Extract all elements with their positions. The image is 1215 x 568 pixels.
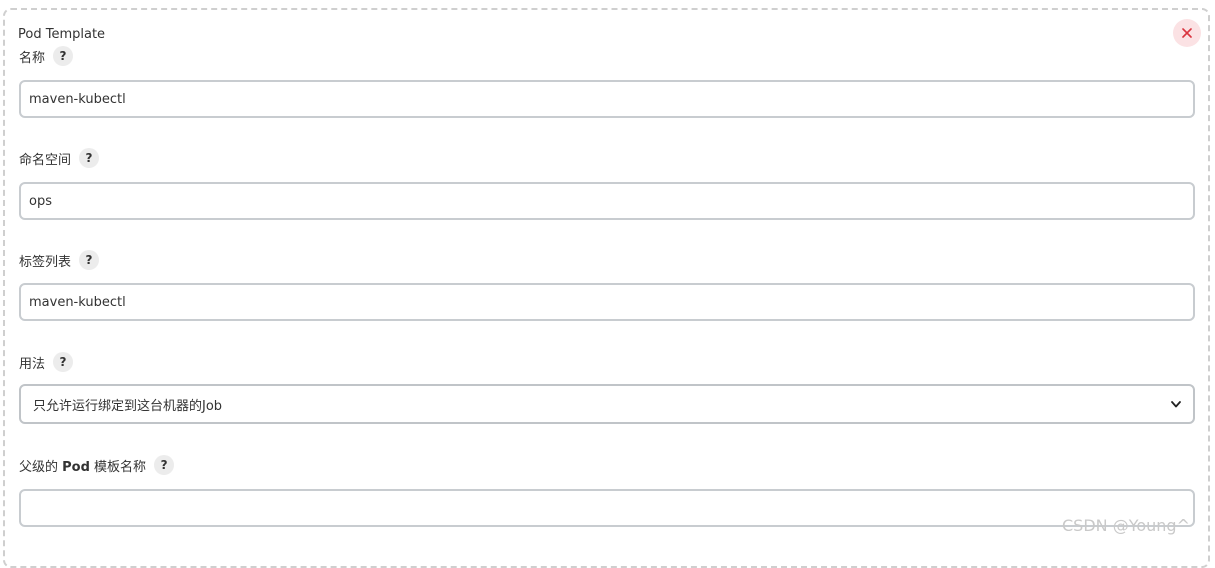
parent-template-help-icon[interactable]: ? [154,455,175,475]
chevron-down-icon [1171,400,1181,407]
usage-help-icon[interactable]: ? [53,352,74,372]
labels-help-icon[interactable]: ? [79,250,100,270]
name-label: 名称 [19,50,46,66]
namespace-label-row: 命名空间 ? [19,148,100,168]
usage-selected-value: 只允许运行绑定到这台机器的Job [33,398,223,414]
close-icon [1182,28,1192,38]
namespace-label: 命名空间 [19,152,72,168]
parent-template-label: 父级的 Pod 模板名称 [19,459,147,475]
labels-input[interactable] [19,283,1195,321]
usage-label-row: 用法 ? [19,352,74,372]
labels-label-row: 标签列表 ? [19,250,100,270]
namespace-input[interactable] [19,182,1195,220]
watermark: CSDN @Young^ [1062,516,1190,535]
namespace-help-icon[interactable]: ? [79,148,100,168]
labels-label: 标签列表 [19,254,72,270]
name-label-row: 名称 ? [19,46,74,66]
usage-select[interactable]: 只允许运行绑定到这台机器的Job [19,384,1195,424]
name-help-icon[interactable]: ? [53,46,74,66]
parent-template-label-row: 父级的 Pod 模板名称 ? [19,455,175,475]
usage-label: 用法 [19,356,46,372]
name-input[interactable] [19,80,1195,118]
parent-template-input[interactable] [19,489,1195,527]
panel-title: Pod Template [18,27,106,42]
remove-template-button[interactable] [1173,19,1201,47]
